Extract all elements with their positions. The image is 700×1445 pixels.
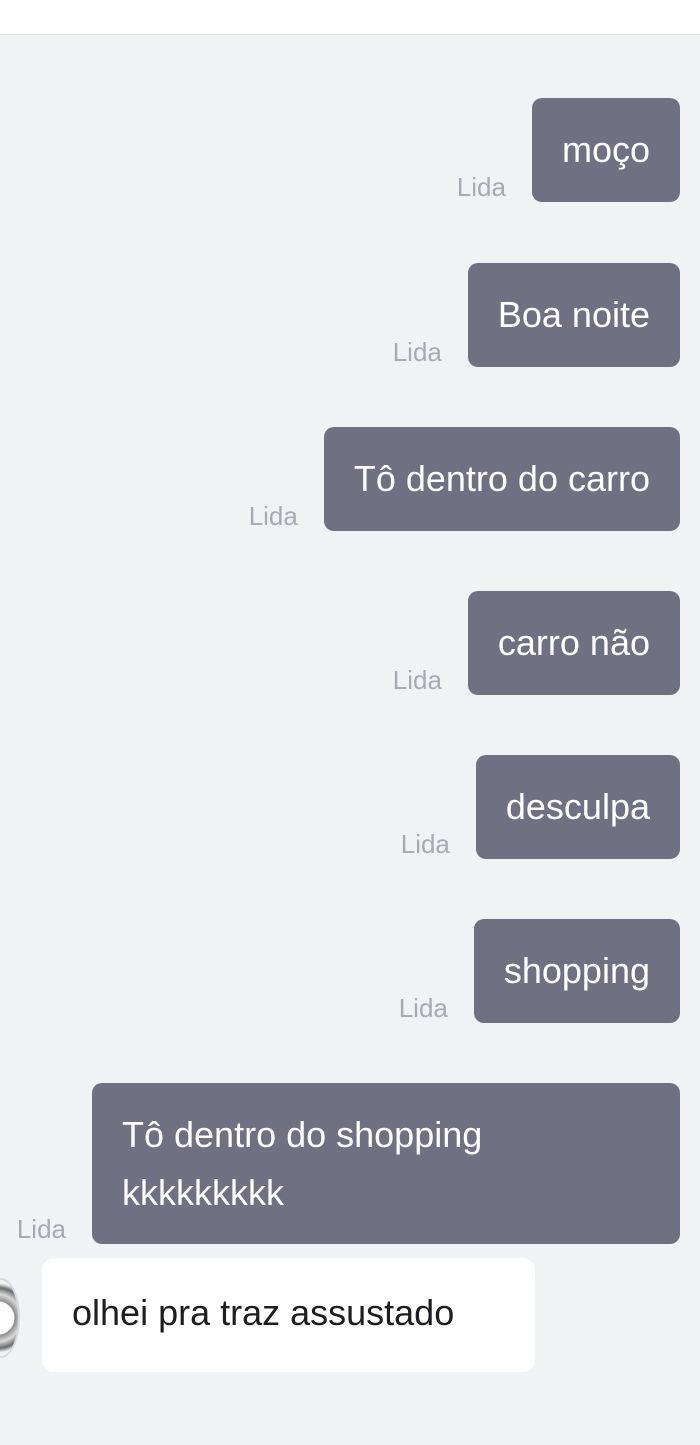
read-receipt: Lida bbox=[398, 993, 448, 1023]
outgoing-message[interactable]: Tô dentro do shopping kkkkkkkkk bbox=[92, 1083, 680, 1244]
message-row: Lida Tô dentro do carro bbox=[249, 427, 680, 531]
outgoing-message[interactable]: Boa noite bbox=[467, 263, 680, 367]
incoming-message[interactable]: olhei pra traz assustado bbox=[42, 1258, 535, 1372]
read-receipt: Lida bbox=[392, 337, 442, 367]
outgoing-message[interactable]: desculpa bbox=[475, 755, 680, 859]
message-row: Lida Tô dentro do shopping kkkkkkkkk bbox=[17, 1083, 680, 1244]
outgoing-message[interactable]: Tô dentro do carro bbox=[323, 427, 680, 531]
outgoing-message[interactable]: moço bbox=[531, 98, 680, 202]
message-row: Lida shopping bbox=[399, 919, 680, 1023]
message-row: Lida Boa noite bbox=[393, 263, 680, 367]
outgoing-message[interactable]: shopping bbox=[473, 919, 680, 1023]
read-receipt: Lida bbox=[16, 1214, 66, 1244]
read-receipt: Lida bbox=[392, 665, 442, 695]
message-row: Lida carro não bbox=[393, 591, 680, 695]
message-row: Lida moço bbox=[457, 98, 680, 202]
message-row: Lida desculpa bbox=[401, 755, 680, 859]
top-bar bbox=[0, 0, 700, 35]
read-receipt: Lida bbox=[456, 172, 506, 202]
outgoing-message[interactable]: carro não bbox=[467, 591, 680, 695]
chat-thread[interactable]: Lida moço Lida Boa noite Lida Tô dentro … bbox=[0, 35, 700, 1440]
message-line: Tô dentro do shopping bbox=[122, 1114, 483, 1155]
message-line: kkkkkkkkk bbox=[122, 1172, 284, 1213]
read-receipt: Lida bbox=[248, 501, 298, 531]
read-receipt: Lida bbox=[400, 829, 450, 859]
